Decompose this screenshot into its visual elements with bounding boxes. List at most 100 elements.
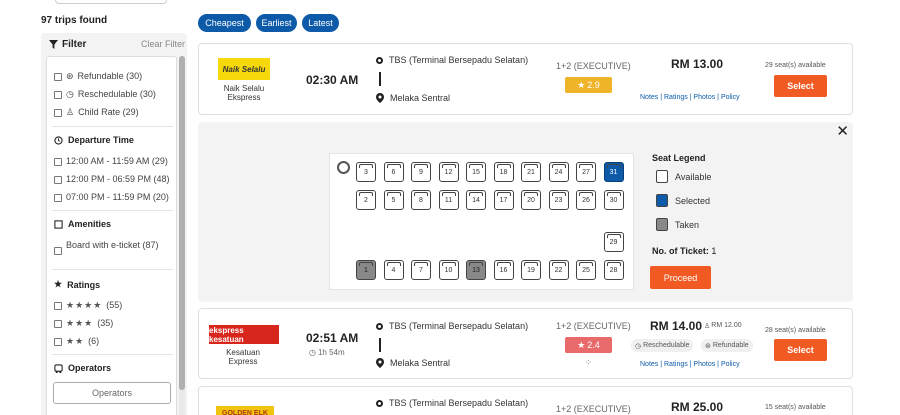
- checkbox[interactable]: [54, 301, 62, 310]
- select-button[interactable]: Select: [774, 339, 827, 361]
- divider: [52, 210, 173, 211]
- reschedulable-checkbox[interactable]: [54, 90, 62, 99]
- destination-stop: Melaka Sentral: [376, 358, 450, 368]
- child-price-value: RM 12.00: [711, 322, 742, 329]
- seat-9[interactable]: 9: [411, 162, 431, 182]
- seat-29[interactable]: 29: [603, 232, 624, 252]
- rating-badge[interactable]: ★ 2.4: [565, 337, 612, 353]
- filter-rating-2[interactable]: ★★ (6): [54, 336, 99, 347]
- divider: [52, 126, 173, 127]
- seat-15[interactable]: 15: [466, 162, 486, 182]
- checkbox[interactable]: [54, 247, 62, 255]
- seat-21[interactable]: 21: [521, 162, 541, 182]
- seat-26[interactable]: 26: [576, 190, 596, 210]
- checkbox[interactable]: [54, 337, 62, 346]
- amenities-icon: [54, 219, 63, 229]
- trip-links[interactable]: Notes | Ratings | Photos | Policy: [640, 361, 740, 368]
- filter-refundable[interactable]: ⊛ Refundable (30): [54, 71, 142, 82]
- seat-16[interactable]: 16: [493, 260, 514, 280]
- seat-20[interactable]: 20: [521, 190, 541, 210]
- seat-3[interactable]: 3: [356, 162, 376, 182]
- funnel-icon: [49, 40, 58, 49]
- checkbox[interactable]: [54, 175, 62, 184]
- seat-1: 1: [356, 260, 376, 280]
- filter-scrollbar[interactable]: [179, 56, 185, 415]
- rating-value: 2.9: [587, 80, 600, 90]
- legend-label: Taken: [675, 219, 700, 230]
- operator-logo: ekspress kesatuan: [209, 325, 279, 344]
- checkbox[interactable]: [54, 157, 62, 166]
- seat-2[interactable]: 2: [356, 190, 376, 210]
- checkbox[interactable]: [54, 319, 62, 328]
- filter-count: (6): [88, 336, 100, 346]
- origin-stop: TBS (Terminal Bersepadu Selatan): [376, 321, 528, 331]
- seat-19[interactable]: 19: [521, 260, 541, 280]
- filter-rating-4[interactable]: ★★★★ (55): [54, 300, 122, 311]
- legend-selected: Selected: [656, 194, 710, 207]
- amenity-grid-icon: ⁘: [585, 358, 592, 367]
- filter-rating-3[interactable]: ★★★ (35): [54, 318, 113, 329]
- filter-label: Board with e-ticket (87): [66, 240, 159, 250]
- operators-section: Operators: [54, 363, 111, 373]
- filter-options: ⊛ Refundable (30) ◷ Reschedulable (30) ♙…: [46, 56, 177, 415]
- seat-27[interactable]: 27: [576, 162, 596, 182]
- filter-departure-morning[interactable]: 12:00 AM - 11:59 AM (29): [54, 156, 168, 167]
- seat-12[interactable]: 12: [438, 162, 459, 182]
- seat-4[interactable]: 4: [383, 260, 404, 280]
- close-icon[interactable]: ✕: [836, 122, 849, 140]
- filter-child-rate[interactable]: ♙ Child Rate (29): [54, 107, 139, 118]
- tag-label: Reschedulable: [643, 342, 690, 349]
- seat-17[interactable]: 17: [493, 190, 514, 210]
- seat-14[interactable]: 14: [466, 190, 486, 210]
- taken-seat-icon: [656, 218, 668, 231]
- sort-cheapest-button[interactable]: Cheapest: [198, 14, 251, 32]
- seat-18[interactable]: 18: [493, 162, 514, 182]
- filter-e-ticket[interactable]: Board with e-ticket (87): [54, 240, 170, 255]
- sort-earliest-button[interactable]: Earliest: [256, 14, 297, 32]
- clear-filter-link[interactable]: Clear Filter: [141, 39, 185, 49]
- legend-label: Selected: [675, 195, 711, 206]
- sort-latest-button[interactable]: Latest: [302, 14, 339, 32]
- bus-search-page: 97 trips found Filter Clear Filter ⊛ Ref…: [0, 0, 900, 415]
- checkbox[interactable]: [54, 193, 62, 202]
- refundable-checkbox[interactable]: [54, 72, 62, 81]
- proceed-button[interactable]: Proceed: [650, 266, 711, 289]
- seat-25[interactable]: 25: [576, 260, 596, 280]
- seat-10[interactable]: 10: [438, 260, 459, 280]
- seat-22[interactable]: 22: [548, 260, 569, 280]
- seat-30[interactable]: 30: [603, 190, 624, 210]
- filter-label: Refundable (30): [77, 71, 143, 81]
- seat-5[interactable]: 5: [383, 190, 404, 210]
- price: RM 13.00: [671, 57, 724, 71]
- seat-7[interactable]: 7: [411, 260, 431, 280]
- child-icon: ♙: [704, 323, 711, 330]
- select-button[interactable]: Select: [774, 75, 827, 97]
- seat-11[interactable]: 11: [438, 190, 459, 210]
- filter-label: 07:00 PM - 11:59 PM (20): [66, 192, 169, 202]
- rating-badge[interactable]: ★ 2.9: [565, 77, 612, 93]
- scrollbar-thumb[interactable]: [179, 56, 185, 390]
- reschedule-icon: ◷: [635, 342, 642, 350]
- filter-label: Reschedulable (30): [77, 89, 156, 99]
- seat-23[interactable]: 23: [548, 190, 569, 210]
- seat-28[interactable]: 28: [603, 260, 624, 280]
- child-rate-checkbox[interactable]: [54, 108, 62, 117]
- seat-6[interactable]: 6: [383, 162, 404, 182]
- origin-dot-icon: [376, 56, 383, 64]
- filter-departure-night[interactable]: 07:00 PM - 11:59 PM (20): [54, 192, 169, 203]
- stars-icon: ★★: [66, 336, 85, 346]
- trip-links[interactable]: Notes | Ratings | Photos | Policy: [640, 94, 740, 101]
- steering-wheel-icon: [337, 161, 350, 174]
- filter-label: 12:00 AM - 11:59 AM (29): [66, 156, 168, 166]
- seat-24[interactable]: 24: [548, 162, 569, 182]
- seat-31[interactable]: 31: [603, 162, 624, 182]
- amenities-section: Amenities: [54, 219, 111, 229]
- filter-departure-afternoon[interactable]: 12:00 PM - 06:59 PM (48): [54, 174, 170, 185]
- operator-name: Kesatuan Express: [226, 348, 260, 366]
- operator-name: Naik Selalu Ekspress: [223, 84, 265, 102]
- origin-stop: TBS (Terminal Bersepadu Selatan): [376, 398, 528, 408]
- filter-reschedulable[interactable]: ◷ Reschedulable (30): [54, 89, 156, 100]
- operators-button[interactable]: Operators: [53, 382, 171, 404]
- seat-8[interactable]: 8: [411, 190, 431, 210]
- origin-dot-icon: [376, 322, 383, 330]
